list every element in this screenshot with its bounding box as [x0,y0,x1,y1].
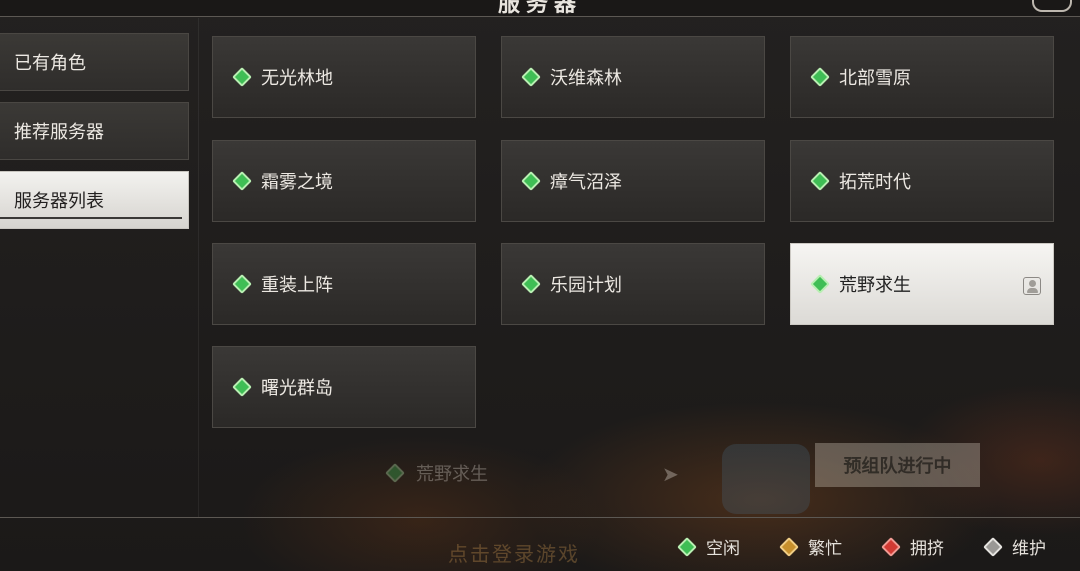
close-button[interactable] [1032,0,1072,12]
server-name: 拓荒时代 [839,172,911,193]
status-idle-icon [232,67,252,87]
status-idle-icon [521,171,541,191]
server-name: 北部雪原 [839,68,911,89]
server-name: 曙光群岛 [261,378,333,399]
server-card[interactable]: 拓荒时代 [790,140,1054,222]
status-idle-icon [810,67,830,87]
server-name: 乐园计划 [550,275,622,296]
status-idle-icon [232,377,252,397]
tab-label: 推荐服务器 [14,122,104,143]
bottom-divider [0,517,1080,518]
status-idle-icon [521,274,541,294]
server-card-selected[interactable]: 荒野求生 [790,243,1054,325]
server-card[interactable]: 无光林地 [212,36,476,118]
server-card[interactable]: 重装上阵 [212,243,476,325]
status-idle-icon [810,274,830,294]
server-card[interactable]: 乐园计划 [501,243,765,325]
server-name: 沃维森林 [550,68,622,89]
legend-busy: 繁忙 [779,534,842,559]
tab-label: 服务器列表 [14,191,104,212]
status-idle-icon [810,171,830,191]
tab-active-underline [0,217,182,219]
legend-idle: 空闲 [677,534,740,559]
server-name: 瘴气沼泽 [550,172,622,193]
team-status-button: 预组队进行中 [815,443,980,487]
legend-label: 空闲 [706,539,740,559]
server-name: 无光林地 [261,68,333,89]
background-server-name: 荒野求生 [416,464,488,485]
tab-existing-characters[interactable]: 已有角色 [0,33,189,91]
legend-label: 拥挤 [910,539,944,559]
start-game-text: 点击登录游戏 [448,542,580,566]
server-name: 重装上阵 [261,275,333,296]
status-crowded-icon [881,536,901,557]
status-busy-icon [779,536,799,557]
background-current-server: 荒野求生 [385,460,488,486]
server-card[interactable]: 沃维森林 [501,36,765,118]
panel-divider [198,18,199,518]
server-name: 霜雾之境 [261,172,333,193]
status-maintenance-icon [983,536,1003,557]
legend-label: 维护 [1012,539,1046,559]
server-card[interactable]: 曙光群岛 [212,346,476,428]
server-name: 荒野求生 [839,275,911,296]
server-card[interactable]: 北部雪原 [790,36,1054,118]
status-idle-icon [232,171,252,191]
legend-label: 繁忙 [808,539,842,559]
status-idle-icon [232,274,252,294]
status-idle-icon [521,67,541,87]
status-idle-icon [385,463,405,483]
event-badge-icon [722,444,810,514]
user-icon [1023,277,1041,295]
chevron-right-icon: ➤ [662,462,679,486]
tab-recommended-servers[interactable]: 推荐服务器 [0,102,189,160]
legend-maintenance: 维护 [983,534,1046,559]
server-card[interactable]: 瘴气沼泽 [501,140,765,222]
server-card[interactable]: 霜雾之境 [212,140,476,222]
status-idle-icon [677,536,697,557]
tab-label: 已有角色 [14,53,86,74]
legend-crowded: 拥挤 [881,534,944,559]
page-title: 服务器 [497,0,582,17]
tab-server-list[interactable]: 服务器列表 [0,171,189,229]
